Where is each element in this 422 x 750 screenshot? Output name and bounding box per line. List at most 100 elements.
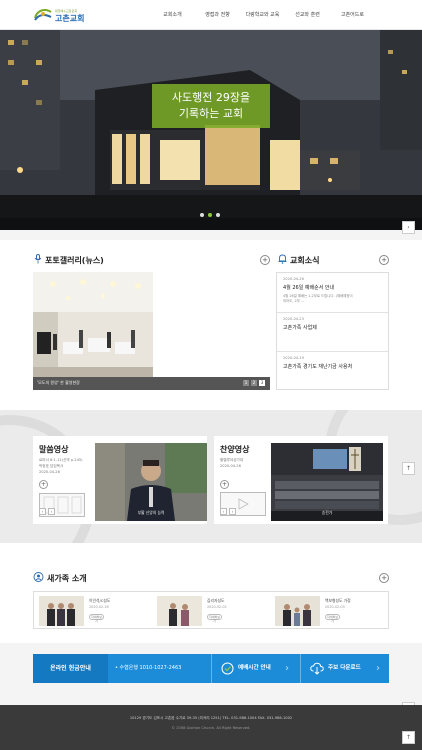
quick-divider [300,654,301,683]
nav-item-education[interactable]: 다랑학교와 교육 [240,0,285,30]
nav-item-about[interactable]: 교회소개 [150,0,195,30]
new-family-title: 새가족 소개 [47,574,87,583]
news-date: 2020-04-23 [283,317,304,321]
photo-gallery-more-button[interactable]: + [260,255,270,265]
new-family-photo [157,596,202,626]
main-nav: 교회소개 영접과 전향 다랑학교와 교육 선교와 훈련 고촌어드로 [150,0,375,30]
news-title[interactable]: 고촌가족 사업제 [283,324,382,331]
quick-divider [211,654,212,683]
news-item[interactable]: 2020-04-23 고촌가족 사업제 [277,313,388,352]
new-family-item[interactable]: 이인석/C성도 2020-02-16 자세히보기 [36,596,152,626]
worship-time-link[interactable]: 예배시간 안내 [238,654,271,683]
scroll-top-button[interactable]: ↑ [402,462,415,475]
new-family-item[interactable]: 백보형성도 가정 2020-02-03 자세히보기 [272,596,388,626]
gallery-news-section: 포토갤러리(뉴스) + 교회소식 + '모도의 원양' 한 활영현장 1 2 3… [0,240,422,410]
bulletin-download-link[interactable]: 주보 다운로드 [328,654,361,683]
hero-slide-dot-active[interactable] [208,213,212,217]
hero-slide-dot[interactable] [200,213,204,217]
people-icon [33,572,44,582]
hero-next-button[interactable]: › [402,221,415,234]
church-logo[interactable]: 대한예수교장로회 고촌교회 [33,6,93,24]
online-offering-label[interactable]: 온라인 헌금안내 [33,654,108,683]
logo-emblem-icon [34,9,52,21]
cloud-download-icon [310,662,324,675]
news-desc: 되어도, 2부 ... [283,299,305,303]
gallery-page-1[interactable]: 1 [243,380,249,386]
logo-text: 고촌교회 [55,14,85,23]
gallery-page-2[interactable]: 2 [251,380,257,386]
hero-caption: 사도행전 29장을 기록하는 교회 [152,84,270,128]
praise-choir: 할렐루야성가대 [220,458,244,462]
news-item[interactable]: 2020-04-19 고촌가족 경기도 재난기금 사용처 [277,352,388,389]
praise-video-caption: 승전가 [321,510,333,515]
praise-next-button[interactable]: › [229,508,236,515]
sermon-title: 말씀영상 [39,445,69,454]
new-family-date: 2020-02-02 [207,605,227,609]
play-icon [238,498,249,510]
news-item[interactable]: 2020-04-26 4월 26일 예배순서 안내 4월 26일 예배는 1,2… [277,273,388,313]
bell-icon [278,254,287,264]
hero-slide-indicators [200,213,220,217]
microphone-icon [34,254,42,264]
quick-links-bar: 온라인 헌금안내 • 수협은행 1010-1027-2463 예배시간 안내 ›… [33,654,389,683]
sermon-prev-button[interactable]: ‹ [39,508,46,515]
praise-more-button[interactable]: + [220,480,229,489]
sermon-more-button[interactable]: + [39,480,48,489]
new-family-section: 새가족 소개 + 이인석/C성도 2020-02-16 자세히보기 김리자성도 … [0,543,422,643]
new-family-item[interactable]: 김리자성도 2020-02-02 자세히보기 [154,596,270,626]
new-family-photo [275,596,320,626]
news-title[interactable]: 4월 26일 예배순서 안내 [283,284,382,291]
gallery-page-3[interactable]: 3 [259,380,265,386]
new-family-name: 김리자성도 [207,598,225,603]
thumbnail-placeholder-icon [43,496,82,514]
nav-item-mission[interactable]: 선교와 훈련 [285,0,330,30]
new-family-list: 이인석/C성도 2020-02-16 자세히보기 김리자성도 2020-02-0… [33,591,389,629]
sermon-next-button[interactable]: › [48,508,55,515]
praise-date: 2020-04-26 [220,464,241,468]
chevron-right-icon: › [285,663,289,674]
sermon-scripture: 로마서 6:1-11(신약 p.245) [39,458,83,462]
footer-address: 10129 경기도 김포시 고촌읍 수기로 39-35 (미곡리 1251) T… [129,716,293,720]
gallery-pager: 1 2 3 [243,380,265,386]
sermon-video-caption: 부활 신앙의 능력 [137,510,165,515]
church-news-more-button[interactable]: + [379,255,389,265]
new-family-date: 2020-02-16 [89,605,109,609]
news-date: 2020-04-19 [283,356,304,360]
praise-title: 찬양영상 [220,445,250,454]
video-section: 말씀영상 로마서 6:1-11(신약 p.245) 박정호 담임목사 2020-… [0,410,422,543]
footer-copyright: © 2008 Gochon Church. All Right Reserved… [171,726,251,730]
praise-video[interactable]: 승전가 [271,443,383,521]
new-family-detail-button[interactable]: 자세히보기 [207,614,222,623]
new-family-date: 2020-02-03 [325,605,345,609]
new-family-detail-button[interactable]: 자세히보기 [325,614,340,623]
offering-bank-account: • 수협은행 1010-1027-2463 [115,665,182,671]
chevron-right-icon: › [376,663,380,674]
hero-banner: 사도행전 29장을 기록하는 교회 [0,30,422,230]
site-header: 대한예수교장로회 고촌교회 교회소개 영접과 전향 다랑학교와 교육 선교와 훈… [0,0,422,30]
photo-gallery-title: 포토갤러리(뉴스) [45,256,104,265]
family-photo-image [157,596,202,626]
news-date: 2020-04-26 [283,277,304,281]
sermon-preacher: 박정호 담임목사 [39,464,64,468]
family-photo-image [275,596,320,626]
site-footer: 10129 경기도 김포시 고촌읍 수기로 39-35 (미곡리 1251) T… [0,705,422,750]
family-photo-image [39,596,84,626]
footer-top-button[interactable]: ↑ [402,731,415,744]
church-news-title: 교회소식 [290,256,320,265]
gallery-caption: '모도의 원양' 한 활영현장 [37,380,80,385]
gallery-caption-bar: '모도의 원양' 한 활영현장 1 2 3 [33,377,270,390]
hero-slide-dot[interactable] [216,213,220,217]
praise-prev-button[interactable]: ‹ [220,508,227,515]
sermon-video[interactable]: 부활 신앙의 능력 [95,443,207,521]
new-family-name: 이인석/C성도 [89,598,111,603]
new-family-more-button[interactable]: + [379,573,389,583]
news-title[interactable]: 고촌가족 경기도 재난기금 사용처 [283,363,382,370]
hero-caption-line1: 사도행전 29장을 [171,91,251,104]
clock-check-icon [221,662,234,675]
new-family-detail-button[interactable]: 자세히보기 [89,614,104,623]
gallery-photo[interactable] [33,272,153,390]
new-family-name: 백보형성도 가정 [325,598,351,603]
nav-item-worship[interactable]: 영접과 전향 [195,0,240,30]
nav-item-community[interactable]: 고촌어드로 [330,0,375,30]
church-news-list: 2020-04-26 4월 26일 예배순서 안내 4월 26일 예배는 1,2… [276,272,389,390]
